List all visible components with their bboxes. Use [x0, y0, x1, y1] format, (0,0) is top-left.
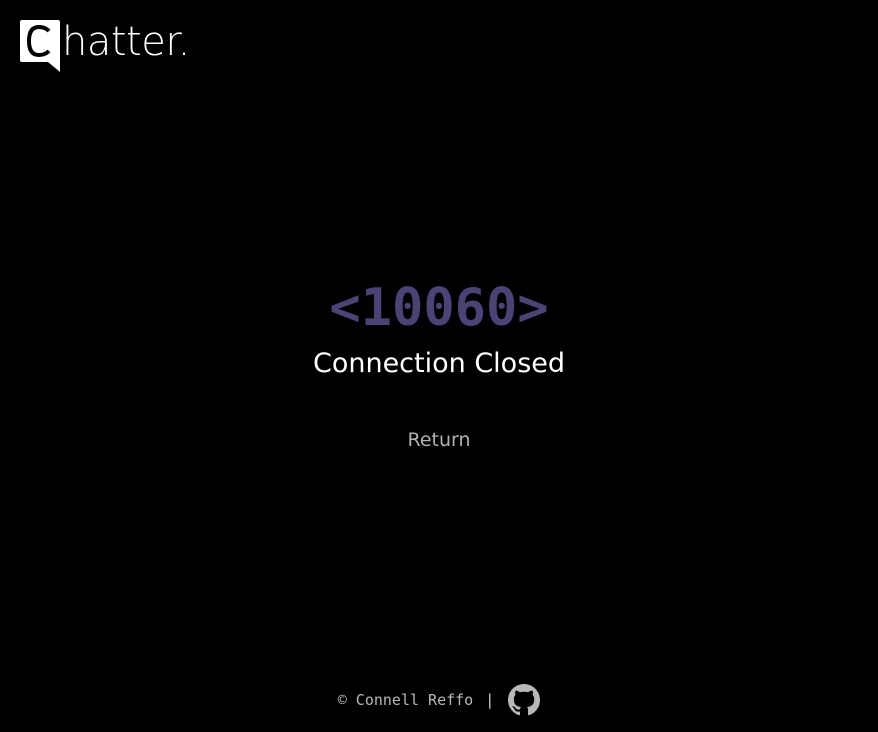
- github-icon: [508, 684, 541, 716]
- chatter-logo[interactable]: hatter.: [18, 18, 190, 74]
- footer: © Connell Reffo |: [0, 684, 878, 716]
- copyright-text: © Connell Reffo: [337, 691, 474, 709]
- footer-separator: |: [485, 691, 495, 709]
- error-message: Connection Closed: [312, 348, 566, 379]
- speech-bubble-c-logo-icon: [20, 20, 60, 72]
- error-panel: <10060> Connection Closed: [0, 276, 878, 382]
- github-link[interactable]: [508, 684, 541, 716]
- return-link[interactable]: Return: [0, 427, 878, 453]
- brand-name: hatter.: [62, 19, 190, 65]
- error-code: <10060>: [329, 278, 549, 338]
